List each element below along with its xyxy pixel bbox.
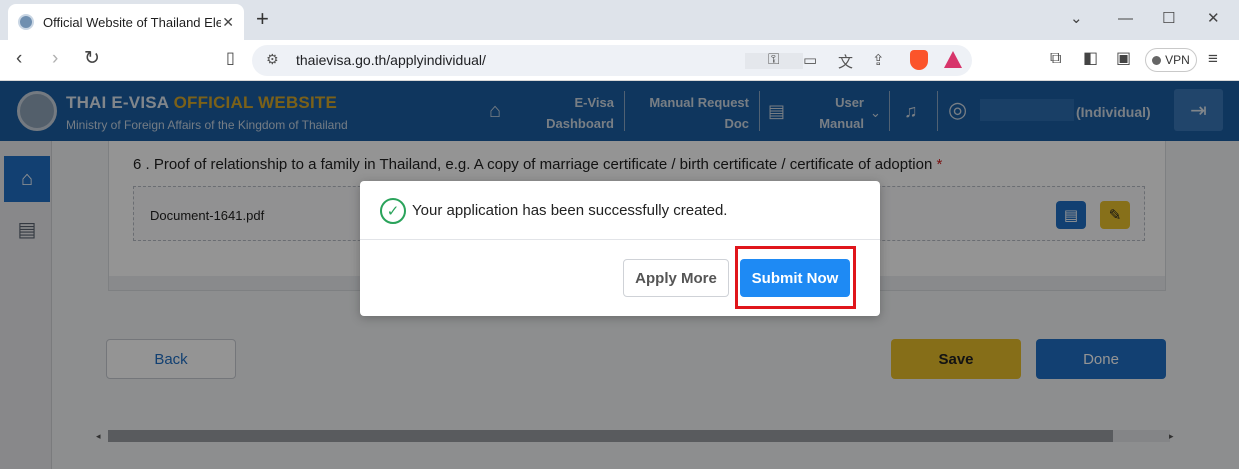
share-icon[interactable]: ⇪	[872, 51, 885, 69]
minimize-window-icon[interactable]: —	[1118, 10, 1133, 28]
site-settings-icon[interactable]: ⚙	[266, 51, 279, 68]
install-app-icon[interactable]: ▭	[803, 51, 817, 69]
new-tab-icon[interactable]: +	[256, 8, 269, 30]
back-arrow-icon[interactable]: ‹	[16, 49, 22, 69]
vpn-label: VPN	[1165, 53, 1190, 67]
forward-arrow-icon[interactable]: ›	[52, 49, 58, 69]
maximize-window-icon[interactable]: ☐	[1162, 10, 1175, 28]
brave-shields-icon[interactable]	[910, 50, 928, 70]
apply-more-button[interactable]: Apply More	[623, 259, 729, 297]
tab-search-chevron-icon[interactable]: ⌄	[1070, 10, 1083, 28]
wallet-icon[interactable]: ▣	[1116, 49, 1131, 69]
bookmark-icon[interactable]: ▯	[226, 49, 235, 69]
extensions-icon[interactable]: ⧉	[1050, 49, 1061, 69]
dialog-message: Your application has been successfully c…	[412, 202, 728, 219]
dialog-header: ✓ Your application has been successfully…	[360, 181, 880, 240]
address-url[interactable]: thaievisa.go.th/applyindividual/	[296, 52, 486, 68]
brave-rewards-icon[interactable]	[944, 51, 962, 68]
submit-now-highlight-box	[735, 246, 856, 309]
vpn-status-icon	[1152, 55, 1162, 65]
translate-icon[interactable]: 文	[838, 51, 853, 72]
browser-tab[interactable]: Official Website of Thailand Ele ✕	[8, 4, 244, 40]
reload-icon[interactable]: ↻	[84, 49, 100, 69]
browser-menu-icon[interactable]: ≡	[1208, 49, 1218, 69]
close-tab-icon[interactable]: ✕	[222, 14, 234, 31]
browser-tab-strip: Official Website of Thailand Ele ✕ + ⌄ —…	[0, 0, 1239, 40]
browser-tab-title: Official Website of Thailand Ele	[43, 14, 221, 30]
site-favicon-icon	[18, 14, 34, 30]
vpn-button[interactable]: VPN	[1145, 48, 1197, 72]
sidebar-toggle-icon[interactable]: ◧	[1083, 49, 1098, 69]
browser-toolbar: ‹ › ↻ ▯ ⚙ thaievisa.go.th/applyindividua…	[0, 40, 1239, 81]
close-window-icon[interactable]: ✕	[1207, 10, 1220, 28]
address-bar[interactable]: ⚙ thaievisa.go.th/applyindividual/ ⚿ ▭ 文…	[252, 45, 972, 76]
check-circle-icon: ✓	[380, 198, 406, 224]
password-key-icon[interactable]: ⚿	[768, 51, 779, 68]
